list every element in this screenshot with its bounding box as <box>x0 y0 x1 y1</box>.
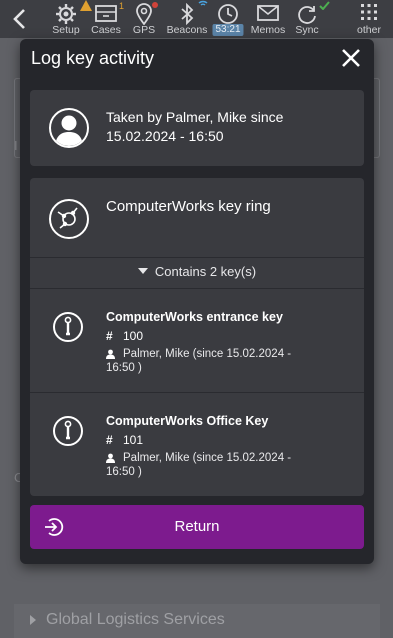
sync-icon <box>298 6 316 24</box>
key-list-item[interactable]: ComputerWorks entrance key # 100 Palmer,… <box>30 289 364 393</box>
key-ring-card: ComputerWorks key ring Contains 2 key(s)… <box>30 178 364 496</box>
toolbar-label: Memos <box>250 24 286 36</box>
key-holder-time: 16:50 ) <box>106 466 142 478</box>
key-ring-icon <box>49 199 89 239</box>
key-number: 101 <box>123 433 144 447</box>
session-timer: 53:21 <box>212 24 244 36</box>
return-button[interactable]: Return <box>30 505 364 549</box>
key-name: ComputerWorks entrance key <box>106 310 283 324</box>
background-letter: I <box>14 138 18 153</box>
back-button[interactable] <box>8 6 32 32</box>
key-ring-name: ComputerWorks key ring <box>106 198 271 215</box>
grid-icon <box>361 4 377 20</box>
background-row-label: Global Logistics Services <box>46 611 225 628</box>
key-holder: Palmer, Mike (since 15.02.2024 - <box>123 452 292 464</box>
divider <box>30 257 364 258</box>
chevron-left-icon <box>13 9 25 29</box>
toolbar-label: Sync <box>295 24 319 36</box>
gear-icon <box>56 4 76 24</box>
gps-status-dot <box>152 2 158 8</box>
key-icon <box>53 312 83 342</box>
key-holder: Palmer, Mike (since 15.02.2024 - <box>123 348 292 360</box>
key-number: 100 <box>123 329 144 343</box>
key-holder-time: 16:50 ) <box>106 362 142 374</box>
person-icon <box>106 453 115 463</box>
taken-by-text: Taken by Palmer, Mike since 15.02.2024 -… <box>106 109 284 144</box>
person-silhouette-icon <box>55 115 83 146</box>
toolbar-other[interactable]: other <box>347 0 391 38</box>
toolbar-beacons[interactable]: Beacons <box>164 0 210 38</box>
top-toolbar: Setup 1 Cases GPS Beacons 53:21 Memos Sy… <box>0 0 393 38</box>
collapse-triangle-icon <box>137 268 148 274</box>
box-icon <box>95 5 117 22</box>
toolbar-label: GPS <box>132 24 156 36</box>
expand-triangle-icon <box>30 615 36 625</box>
toolbar-label: Setup <box>52 24 80 36</box>
close-icon <box>342 49 360 67</box>
hash-icon: # <box>106 329 113 343</box>
checkmark-icon <box>319 1 330 10</box>
clock-icon <box>218 4 238 24</box>
return-label: Return <box>174 518 220 535</box>
contains-keys-toggle[interactable]: Contains 2 key(s) <box>30 264 364 279</box>
toolbar-timer[interactable]: 53:21 <box>206 0 250 38</box>
bluetooth-icon <box>181 3 194 25</box>
avatar <box>49 108 89 148</box>
dialog-title: Log key activity <box>31 48 155 68</box>
toolbar-setup[interactable]: Setup <box>44 0 92 38</box>
location-pin-icon <box>136 3 152 25</box>
envelope-icon <box>257 5 279 21</box>
toolbar-gps[interactable]: GPS <box>122 0 166 38</box>
taken-by-card: Taken by Palmer, Mike since 15.02.2024 -… <box>30 90 364 166</box>
close-button[interactable] <box>340 47 362 69</box>
toolbar-memos[interactable]: Memos <box>246 0 290 38</box>
toolbar-label: Beacons <box>166 24 208 36</box>
key-icon <box>53 416 83 446</box>
person-icon <box>106 349 115 359</box>
hash-icon: # <box>106 433 113 447</box>
key-list-item[interactable]: ComputerWorks Office Key # 101 Palmer, M… <box>30 393 364 497</box>
key-name: ComputerWorks Office Key <box>106 414 269 428</box>
log-key-activity-dialog: Log key activity Taken by Palmer, Mike s… <box>20 39 374 564</box>
contains-keys-label: Contains 2 key(s) <box>154 264 257 279</box>
toolbar-label: other <box>357 24 381 36</box>
toolbar-sync[interactable]: Sync <box>285 0 330 38</box>
